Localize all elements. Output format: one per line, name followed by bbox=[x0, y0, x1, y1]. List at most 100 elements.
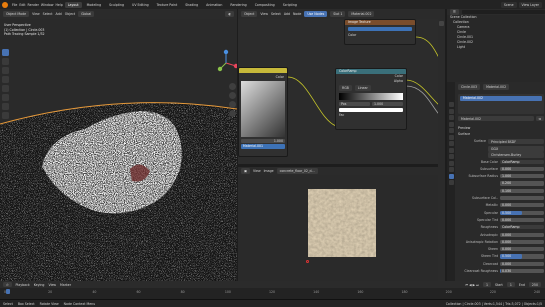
property-value-field[interactable]: 1.000 bbox=[500, 174, 544, 179]
distribution-selector[interactable]: GGX bbox=[488, 146, 544, 152]
property-value-field[interactable]: 0.500 bbox=[500, 210, 544, 215]
current-frame-field[interactable]: 1 bbox=[482, 281, 492, 288]
play-controls-icon[interactable]: ⏮ ◀ ▶ ⏭ bbox=[465, 283, 479, 287]
viewport-menu-add[interactable]: Add bbox=[56, 12, 62, 16]
material-properties-icon[interactable] bbox=[448, 173, 454, 179]
timeline-menu-playback[interactable]: Playback bbox=[16, 283, 30, 287]
scale-tool-icon[interactable] bbox=[2, 85, 9, 92]
image-editor[interactable] bbox=[238, 175, 445, 281]
node-menu-view[interactable]: View bbox=[260, 12, 268, 16]
scene-properties-icon[interactable] bbox=[448, 121, 454, 127]
colorramp-gradient[interactable] bbox=[339, 92, 403, 100]
3d-viewport[interactable]: User Perspective (1) Collection | Circle… bbox=[0, 19, 237, 281]
viewport-menu-select[interactable]: Select bbox=[43, 12, 53, 16]
view-layer-selector[interactable]: View Layer bbox=[518, 1, 542, 8]
context-material[interactable]: Material.002 bbox=[483, 84, 510, 90]
property-value-field[interactable]: 0.030 bbox=[500, 269, 544, 274]
timeline-menu-keying[interactable]: Keying bbox=[34, 283, 45, 287]
colorramp-node[interactable]: ColorRamp Color Alpha RGB Linear Pos 1.0… bbox=[335, 68, 407, 130]
tab-shading[interactable]: Shading bbox=[182, 2, 201, 8]
menu-edit[interactable]: Edit bbox=[19, 3, 25, 7]
property-value-field[interactable]: 0.000 bbox=[500, 203, 544, 208]
colorramp-interpolation[interactable]: Linear bbox=[354, 85, 371, 91]
scene-selector[interactable]: Scene bbox=[500, 1, 517, 8]
blender-logo-icon[interactable] bbox=[2, 1, 8, 8]
distribution-value[interactable]: GGX bbox=[488, 146, 544, 152]
property-value-field[interactable]: 0.000 bbox=[500, 232, 544, 237]
modifier-properties-icon[interactable] bbox=[448, 141, 454, 146]
property-value-field[interactable]: 0.000 bbox=[500, 247, 544, 252]
colorramp-pos-value[interactable]: 1.000 bbox=[372, 101, 403, 106]
property-value-field[interactable]: 0.100 bbox=[500, 188, 544, 193]
data-properties-icon[interactable] bbox=[448, 167, 454, 172]
subsurface-method-value[interactable]: Christensen-Burley bbox=[488, 152, 544, 158]
property-value-field[interactable]: ColorRamp bbox=[500, 225, 544, 230]
use-nodes-toggle[interactable]: Use Nodes bbox=[304, 11, 328, 17]
timeline-ruler[interactable]: 020406080100120140160180200220240 bbox=[4, 290, 542, 297]
zoom-icon[interactable] bbox=[229, 83, 236, 90]
tab-animation[interactable]: Animation bbox=[203, 2, 225, 8]
particles-properties-icon[interactable] bbox=[448, 147, 454, 153]
tab-modeling[interactable]: Modeling bbox=[84, 2, 105, 8]
material-new-button[interactable]: ⧉ bbox=[535, 116, 544, 121]
outliner-item-light[interactable]: Light bbox=[447, 45, 545, 50]
tab-layout[interactable]: Layout bbox=[64, 1, 82, 8]
outliner-display-mode-icon[interactable]: ☰ bbox=[450, 9, 459, 15]
image-menu-view[interactable]: View bbox=[253, 169, 261, 173]
context-object[interactable]: Circle.003 bbox=[458, 84, 481, 90]
annotate-tool-icon[interactable] bbox=[2, 103, 9, 110]
image-editor-type-icon[interactable]: ▣ bbox=[241, 168, 251, 174]
2d-cursor-icon[interactable] bbox=[306, 260, 309, 263]
gradient-node-material[interactable]: Material.001 bbox=[241, 144, 285, 149]
timeline-menu-view[interactable]: View bbox=[48, 283, 56, 287]
orientation-selector[interactable]: Global bbox=[78, 11, 95, 17]
constraints-properties-icon[interactable] bbox=[448, 160, 454, 166]
section-surface[interactable]: Surface bbox=[458, 132, 544, 137]
rotate-tool-icon[interactable] bbox=[2, 76, 9, 83]
playhead[interactable] bbox=[6, 289, 10, 294]
render-properties-icon[interactable] bbox=[448, 102, 454, 107]
property-value-field[interactable]: 0.200 bbox=[500, 181, 544, 186]
navigation-gizmo-icon[interactable] bbox=[212, 49, 237, 77]
image-name-field[interactable]: concrete_floor_02_d... bbox=[276, 168, 318, 174]
pan-icon[interactable] bbox=[229, 92, 236, 99]
image-texture-node[interactable]: Image Texture Color bbox=[344, 19, 416, 45]
node-menu-select[interactable]: Select bbox=[271, 12, 281, 16]
property-value-field[interactable] bbox=[500, 196, 544, 201]
gradient-node-value[interactable]: 1.000 bbox=[241, 139, 285, 143]
object-properties-icon[interactable] bbox=[448, 134, 454, 140]
physics-properties-icon[interactable] bbox=[448, 154, 454, 159]
perspective-toggle-icon[interactable] bbox=[229, 110, 236, 117]
menu-file[interactable]: File bbox=[12, 3, 17, 7]
colorramp-mode[interactable]: RGB bbox=[339, 85, 352, 91]
surface-shader-selector[interactable]: Principled BSDF bbox=[488, 139, 544, 144]
property-value-field[interactable]: 0.000 bbox=[500, 166, 544, 171]
move-tool-icon[interactable] bbox=[2, 67, 9, 74]
property-value-field[interactable]: 0.500 bbox=[500, 254, 544, 259]
cursor-tool-icon[interactable] bbox=[2, 58, 9, 65]
node-menu-node[interactable]: Node bbox=[293, 12, 301, 16]
subsurface-method-selector[interactable]: Christensen-Burley bbox=[488, 152, 544, 158]
property-value-field[interactable]: 0.000 bbox=[500, 217, 544, 223]
property-value-field[interactable]: 0.000 bbox=[500, 239, 544, 244]
timeline-menu-marker[interactable]: Marker bbox=[60, 283, 71, 287]
viewport-menu-object[interactable]: Object bbox=[65, 12, 75, 16]
tab-rendering[interactable]: Rendering bbox=[227, 2, 249, 8]
timeline-editor-icon[interactable]: ⏱ bbox=[3, 281, 12, 288]
world-properties-icon[interactable] bbox=[448, 128, 454, 133]
tab-texture-paint[interactable]: Texture Paint bbox=[154, 2, 181, 8]
material-slot-list[interactable]: Material.002 bbox=[458, 94, 544, 114]
transform-tool-icon[interactable] bbox=[2, 94, 9, 101]
menu-window[interactable]: Window bbox=[41, 3, 54, 7]
slot-selector[interactable]: Slot 1 bbox=[330, 11, 346, 17]
image-menu-image[interactable]: Image bbox=[264, 169, 274, 173]
tab-uv-editing[interactable]: UV Editing bbox=[129, 2, 152, 8]
output-properties-icon[interactable] bbox=[448, 108, 454, 114]
select-tool-icon[interactable] bbox=[2, 49, 9, 56]
mode-selector[interactable]: Object Mode bbox=[3, 11, 30, 17]
start-frame-field[interactable]: 1 bbox=[506, 281, 515, 288]
menu-render[interactable]: Render bbox=[28, 3, 39, 7]
view-layer-properties-icon[interactable] bbox=[448, 115, 454, 120]
sidebar-toggle-icon[interactable] bbox=[439, 21, 444, 26]
material-selector[interactable]: Material.002 bbox=[348, 11, 375, 17]
